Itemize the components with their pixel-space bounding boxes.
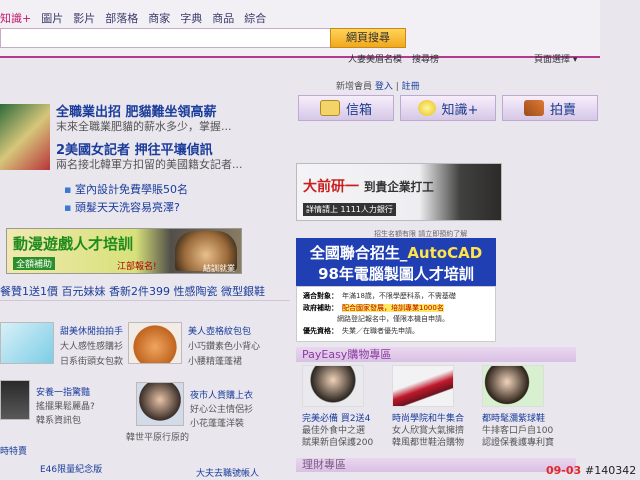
detail-key: 適合對象：: [303, 292, 338, 300]
mail-button[interactable]: 信箱: [298, 95, 394, 121]
product-1-line-1[interactable]: 甜美休閒拍拍手: [60, 324, 123, 337]
login-link[interactable]: 登入: [375, 82, 393, 92]
product-3-line-2[interactable]: 搖擺果鬆麗晶?: [36, 399, 95, 412]
mail-label: 信箱: [345, 102, 372, 118]
detail-row: 優先資格： 失業／在職者優先申請。: [303, 326, 419, 336]
auction-label: 拍賣: [549, 102, 576, 118]
autocad-line-2: 98年電腦製圖人才培訓: [318, 265, 474, 283]
detail-value: 失業／在職者優先申請。: [342, 327, 419, 335]
ad1-title-text: 大前研一: [303, 179, 359, 195]
detail-value: 網路登記報名中，僅限本機自申請。: [337, 315, 449, 323]
product-2-line-3[interactable]: 小腰精蓬蓬裙: [188, 354, 242, 367]
news-summary-1: 末來全職業肥貓的薪水多少，掌握...: [56, 120, 232, 133]
product-3-line-1[interactable]: 安養一指驚豔: [36, 385, 90, 398]
ad1-right-text: 到貴企業打工: [363, 180, 434, 194]
grid-extra-3[interactable]: 大夫去職號帳人: [196, 466, 259, 479]
payeasy-section-header[interactable]: PayEasy購物專區: [296, 347, 576, 362]
autocad-line-1b: AutoCAD: [407, 244, 483, 262]
product-image-4[interactable]: [136, 382, 184, 426]
search-tabs: 知識+ 圖片 影片 部落格 商家 字典 商品 綜合: [0, 10, 266, 26]
grid-extra-2[interactable]: E46限量紀念版: [40, 462, 102, 475]
tab-products[interactable]: 商品: [212, 10, 234, 26]
product-2-line-2[interactable]: 小巧鑽素色小背心: [188, 339, 260, 352]
ad1-tag: 詳情請上 1111人力銀行: [303, 203, 396, 216]
knowledge-button[interactable]: 知識+: [400, 95, 496, 121]
tab-videos[interactable]: 影片: [73, 10, 95, 26]
divider: [0, 300, 290, 301]
detail-row: 政府補助： 配合國家發展，培訓專業1000名: [303, 303, 444, 313]
news-summary-2: 兩名接北韓軍方扣留的美國籍女記者...: [56, 158, 243, 171]
util-link-models[interactable]: 人妻美眉名模: [348, 52, 402, 65]
tab-all[interactable]: 綜合: [244, 10, 266, 26]
tab-dictionary[interactable]: 字典: [180, 10, 202, 26]
shop-image-2[interactable]: [392, 365, 454, 407]
tab-knowledge[interactable]: 知識+: [0, 10, 31, 26]
news-link-1[interactable]: 室內設計免費學賬50名: [64, 181, 188, 197]
web-search-button[interactable]: 網頁搜尋: [330, 28, 406, 48]
hr-bank-banner[interactable]: 大前研一 到貴企業打工 詳情請上 1111人力銀行: [296, 163, 502, 221]
product-1-line-2[interactable]: 大人感性感購衫: [60, 339, 123, 352]
promo-links[interactable]: 餐贊1送1價 百元妹妹 香新2件399 性感陶瓷 微型銀鞋: [0, 283, 265, 299]
finance-section-header[interactable]: 理財專區: [296, 458, 576, 472]
detail-value: 年滿18歲，不限學歷科系，不需基礎: [342, 292, 456, 300]
lightbulb-icon: [417, 100, 436, 116]
product-4-line-2[interactable]: 好心公主情侶衫: [190, 402, 253, 415]
product-image-2[interactable]: [128, 322, 182, 364]
autocad-details[interactable]: 適合對象： 年滿18歲，不限學歷科系，不需基礎 政府補助： 配合國家發展，培訓專業1…: [296, 286, 496, 342]
stamp-date: 09-03: [546, 464, 582, 477]
member-bar: 新增會員 登入 | 註冊: [336, 82, 420, 92]
detail-key: 優先資格：: [303, 327, 338, 335]
product-image-3[interactable]: [0, 380, 30, 420]
product-4-line-1[interactable]: 夜市人貨購上衣: [190, 388, 253, 401]
detail-row: 適合對象： 年滿18歲，不限學歷科系，不需基礎: [303, 291, 456, 301]
anime-training-banner[interactable]: 動漫遊戲人才培訓 全額補助 江部報名! 結訓就業: [6, 228, 242, 274]
search-util-links: 人妻美眉名模 搜尋榜: [348, 52, 439, 65]
shop-3-line-3[interactable]: 認證保養護專利寶: [482, 435, 554, 448]
detail-row: 網路登記報名中，僅限本機自申請。: [337, 314, 449, 324]
product-1-line-3[interactable]: 日系街頭女包款: [60, 354, 123, 367]
product-3-line-3[interactable]: 韓系資訊包: [36, 413, 81, 426]
news-link-2[interactable]: 頭髮天天洗容易亮澤?: [64, 199, 180, 215]
product-2-line-1[interactable]: 美人壺格紋包包: [188, 324, 251, 337]
detail-key: 政府補助：: [303, 304, 338, 312]
banner-tag: 全額補助: [13, 257, 56, 270]
gavel-icon: [523, 100, 544, 116]
autocad-line-1a: 全國聯合招生_: [309, 244, 408, 262]
tab-images[interactable]: 圖片: [41, 10, 63, 26]
autocad-line-1: 全國聯合招生_AutoCAD: [296, 242, 496, 263]
search-header: 知識+ 圖片 影片 部落格 商家 字典 商品 綜合 網頁搜尋 人妻美眉名模 搜尋…: [0, 0, 600, 65]
page-options-link[interactable]: 頁面選擇 ▾: [534, 52, 577, 65]
photo-stamp: 09-03 #140342: [546, 464, 636, 477]
banner-deadline: 江部報名!: [117, 262, 157, 272]
shop-image-3[interactable]: [482, 365, 544, 407]
knowledge-label: 知識+: [441, 102, 479, 118]
tab-blogs[interactable]: 部落格: [105, 10, 138, 26]
page-options-label: 頁面選擇: [534, 55, 571, 65]
product-4-line-3[interactable]: 小花蓬蓬洋裝: [190, 416, 244, 429]
product-image-1[interactable]: [0, 322, 54, 364]
banner-title: 動漫遊戲人才培訓: [13, 235, 134, 253]
banner-caption: 結訓就業: [203, 264, 235, 273]
shop-image-1[interactable]: [302, 365, 364, 407]
auction-button[interactable]: 拍賣: [502, 95, 598, 121]
tab-shops[interactable]: 商家: [148, 10, 170, 26]
news-thumbnail[interactable]: [0, 104, 50, 170]
autocad-banner[interactable]: 全國聯合招生_AutoCAD 98年電腦製圖人才培訓: [296, 238, 496, 286]
member-label: 新增會員: [336, 82, 373, 92]
quick-links: 信箱 知識+ 拍賣: [298, 95, 598, 121]
shop-2-line-3[interactable]: 韓風都世鞋治購物: [392, 435, 464, 448]
envelope-icon: [319, 100, 340, 116]
ad1-title: 大前研一 到貴企業打工: [303, 176, 434, 196]
util-link-trending[interactable]: 搜尋榜: [412, 52, 439, 65]
grid-extra-1[interactable]: 時特賣: [0, 444, 27, 457]
shop-1-line-3[interactable]: 賦果新自保護200: [302, 435, 373, 448]
grid-extra-4[interactable]: 韓世平原行原的: [126, 430, 189, 443]
detail-value: 配合國家發展，培訓專業1000名: [342, 304, 444, 312]
stamp-id: #140342: [585, 464, 637, 477]
register-link[interactable]: 註冊: [402, 82, 420, 92]
